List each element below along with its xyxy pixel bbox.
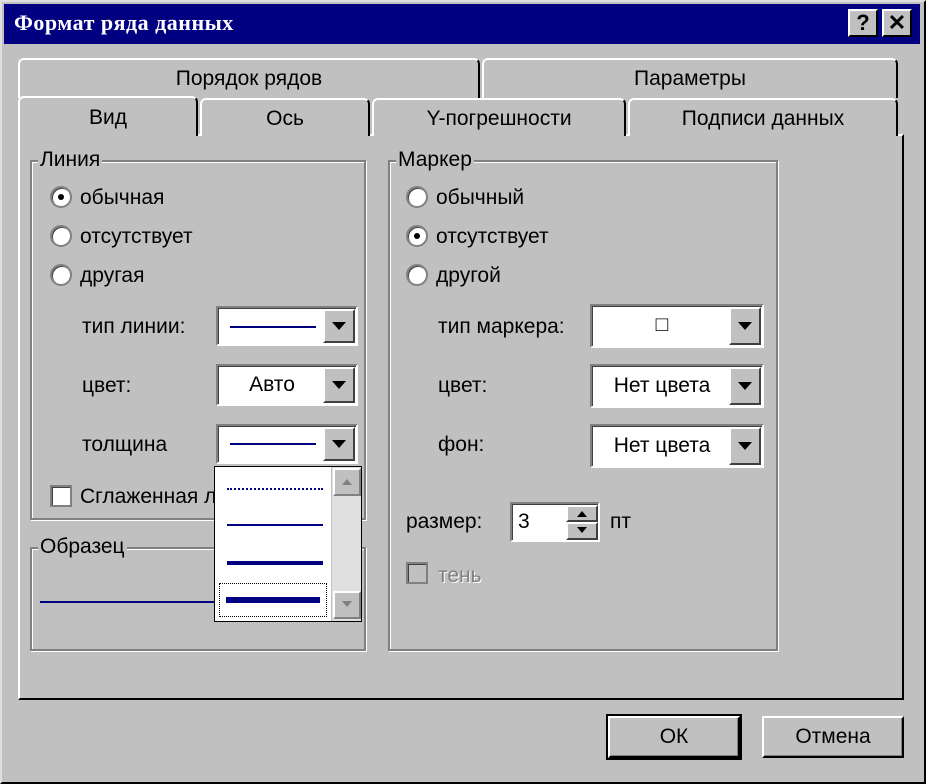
line-thickness-dropdown-button[interactable]	[323, 427, 355, 461]
tab-axis-label: Ось	[266, 107, 304, 130]
line-normal-label: обычная	[80, 186, 165, 209]
chevron-down-icon	[738, 382, 752, 390]
tab-y-error-bars-label: Y-погрешности	[426, 107, 572, 130]
chevron-down-icon	[738, 442, 752, 450]
close-icon: ✕	[887, 10, 907, 35]
scroll-up-button[interactable]	[333, 468, 361, 496]
marker-group-title: Маркер	[396, 148, 474, 172]
chevron-down-icon	[332, 440, 346, 448]
marker-type-select[interactable]: □	[590, 304, 764, 348]
radio-dot-icon	[414, 233, 420, 239]
chevron-down-icon	[332, 322, 346, 330]
marker-custom-radio[interactable]	[406, 264, 428, 286]
line-group-title: Линия	[38, 148, 103, 172]
marker-size-spinner[interactable]: 3	[510, 502, 600, 542]
marker-normal-radio[interactable]	[406, 186, 428, 208]
line-thickness-label: толщина	[82, 433, 168, 456]
tab-y-error-bars[interactable]: Y-погрешности	[372, 98, 626, 136]
line-type-select[interactable]	[216, 306, 358, 346]
thickness-option-dotted[interactable]	[219, 471, 331, 505]
marker-color-label: цвет:	[438, 374, 488, 397]
marker-color-value: Нет цвета	[613, 374, 711, 397]
title-bar[interactable]: Формат ряда данных ? ✕	[4, 4, 920, 44]
thickness-option-medium-line	[227, 561, 323, 565]
chevron-up-icon	[342, 479, 352, 485]
line-normal-radio[interactable]	[50, 186, 72, 208]
help-button[interactable]: ?	[848, 9, 878, 37]
line-custom-label: другая	[80, 264, 145, 287]
chevron-down-icon	[332, 381, 346, 389]
line-type-label: тип линии:	[82, 315, 186, 338]
line-color-dropdown-button[interactable]	[323, 367, 355, 403]
tab-view[interactable]: Вид	[18, 96, 198, 136]
line-color-select[interactable]: Авто	[216, 364, 358, 406]
sample-line-preview	[40, 601, 220, 603]
chevron-up-icon	[577, 510, 587, 517]
line-type-dropdown-button[interactable]	[323, 309, 355, 343]
marker-background-label: фон:	[438, 433, 485, 456]
chevron-down-icon	[342, 601, 352, 607]
tab-view-label: Вид	[89, 106, 127, 129]
close-button[interactable]: ✕	[882, 9, 912, 37]
thickness-dropdown-list	[214, 466, 362, 622]
line-thickness-preview	[230, 443, 316, 445]
tab-series-order-label: Порядок рядов	[175, 67, 323, 90]
ok-button[interactable]: ОК	[606, 714, 742, 760]
radio-dot-icon	[58, 194, 64, 200]
line-custom-radio[interactable]	[50, 264, 72, 286]
thickness-option-thin-line	[227, 524, 323, 526]
thickness-option-thick[interactable]	[219, 583, 327, 617]
marker-size-value: 3	[518, 510, 530, 533]
tab-axis[interactable]: Ось	[200, 98, 370, 136]
thickness-option-thick-line	[226, 597, 320, 603]
marker-type-value: □	[655, 313, 669, 336]
marker-background-dropdown-button[interactable]	[729, 427, 761, 465]
tab-options[interactable]: Параметры	[482, 58, 898, 98]
line-color-value: Авто	[249, 373, 295, 396]
window-title: Формат ряда данных	[14, 10, 234, 35]
tab-series-order[interactable]: Порядок рядов	[18, 58, 480, 98]
line-type-preview	[230, 326, 316, 328]
thickness-option-thin[interactable]	[219, 507, 331, 541]
line-none-label: отсутствует	[80, 225, 193, 248]
marker-none-label: отсутствует	[436, 225, 549, 248]
marker-background-select[interactable]: Нет цвета	[590, 424, 764, 468]
spin-up-button[interactable]	[566, 505, 598, 522]
shadow-checkbox[interactable]	[406, 562, 428, 584]
tab-data-labels-label: Подписи данных	[681, 107, 845, 130]
marker-color-select[interactable]: Нет цвета	[590, 364, 764, 408]
dropdown-scrollbar[interactable]	[331, 467, 361, 621]
marker-type-label: тип маркера:	[438, 315, 565, 338]
marker-custom-label: другой	[436, 264, 501, 287]
spin-down-button[interactable]	[566, 522, 598, 540]
marker-normal-label: обычный	[436, 186, 525, 209]
tab-options-label: Параметры	[634, 67, 746, 90]
line-color-label: цвет:	[82, 374, 132, 397]
cancel-button[interactable]: Отмена	[762, 716, 904, 758]
thickness-option-dotted-line	[227, 488, 323, 490]
scroll-down-button[interactable]	[333, 591, 361, 619]
shadow-label: тень	[438, 564, 482, 587]
marker-type-dropdown-button[interactable]	[729, 307, 761, 345]
marker-size-unit: пт	[610, 510, 631, 533]
marker-none-radio[interactable]	[406, 225, 428, 247]
sample-group-title: Образец	[38, 535, 127, 559]
line-none-radio[interactable]	[50, 225, 72, 247]
smoothed-line-checkbox[interactable]	[50, 485, 72, 507]
line-thickness-select[interactable]	[216, 424, 358, 464]
chevron-down-icon	[738, 322, 752, 330]
marker-background-value: Нет цвета	[613, 434, 711, 457]
tab-data-labels[interactable]: Подписи данных	[628, 98, 898, 136]
chevron-down-icon	[577, 527, 587, 533]
thickness-option-medium[interactable]	[219, 545, 331, 579]
marker-size-label: размер:	[406, 510, 483, 533]
smoothed-line-label: Сглаженная л	[80, 485, 217, 508]
marker-color-dropdown-button[interactable]	[729, 367, 761, 405]
